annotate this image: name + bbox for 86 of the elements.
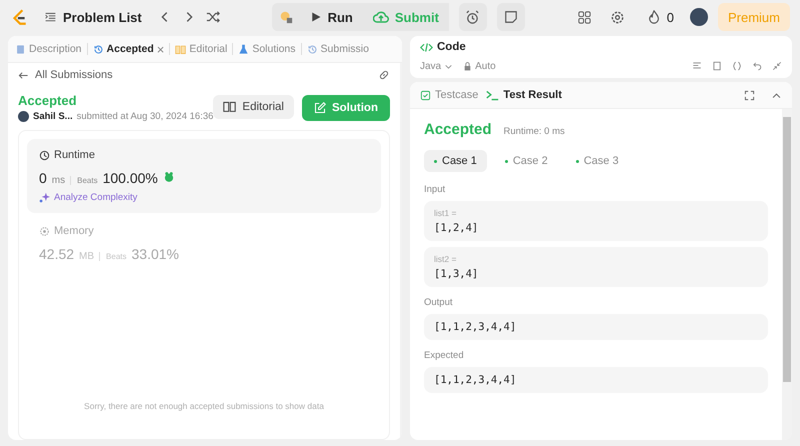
flame-icon [646,10,661,24]
code-panel-title: Code [437,41,466,53]
copy-link-button[interactable] [378,69,390,81]
analyze-complexity-link[interactable]: Analyze Complexity [39,192,138,203]
submission-status: Accepted [18,93,78,108]
alarm-clock-icon [465,10,480,24]
collapse-icon [772,61,782,71]
link-icon [378,69,390,81]
braces-icon [732,61,742,71]
maximize-icon [744,90,755,100]
runtime-label: Runtime [54,149,95,161]
output-label: Output [424,297,454,308]
variable-value: [1,2,4] [434,222,480,234]
note-icon [504,10,518,24]
case-tab[interactable]: Case 3 [566,150,629,172]
author-name[interactable]: Sahil S... [33,111,73,122]
document-icon [15,44,26,54]
list-icon [44,10,57,24]
tab[interactable]: Testcase [420,89,478,101]
code-icon [420,40,433,54]
close-tab-button[interactable]: × [156,42,164,56]
tab[interactable]: Test Result [486,88,562,102]
checkbox-icon [420,90,431,100]
play-icon [310,11,322,23]
tab[interactable]: Accepted × [90,40,168,58]
input-label: Input [424,184,446,195]
tab[interactable]: Submissio [304,41,372,57]
variable-name: list2 = [434,254,458,264]
terminal-icon [486,88,500,102]
scrollbar-thumb[interactable] [783,117,791,382]
history-icon [92,44,104,54]
submission-time: submitted at Aug 30, 2024 16:36 [76,111,214,122]
runtime-value: 0 [39,170,47,186]
variable-value: [1,3,4] [434,268,480,280]
beats-percentage: 33.01% [132,246,179,262]
history-icon [306,44,318,54]
flask-icon [238,44,250,54]
cloud-upload-icon [372,9,389,25]
streak-counter[interactable]: 0 [640,6,680,28]
output-value: [1,1,2,3,4,4] [424,314,768,340]
memory-value: 42.52 [39,246,74,262]
shuffle-button[interactable] [206,10,220,24]
clock-icon [39,150,50,160]
auto-mode-toggle[interactable]: Auto [463,60,496,72]
beats-label: Beats [70,176,98,185]
case-tab[interactable]: Case 2 [494,150,558,172]
runtime-unit: ms [52,175,66,186]
language-selector[interactable]: Java [420,60,454,72]
layout-button[interactable] [576,10,592,24]
tab[interactable]: Solutions [235,41,299,57]
book-icon [223,100,236,113]
bookmark-icon [712,61,722,71]
lock-icon [463,62,472,70]
solution-button[interactable]: Solution [302,94,390,120]
undo-icon [752,61,762,71]
grid-icon [576,10,592,24]
editorial-button[interactable]: Editorial [213,94,294,118]
tab[interactable]: Editorial [172,41,230,57]
expected-value: [1,1,2,3,4,4] [424,367,768,393]
all-submissions-link[interactable]: All Submissions [18,69,113,81]
runtime-text: Runtime: 0 ms [504,126,565,137]
format-icon [692,61,702,71]
beats-percentage: 100.00% [102,170,158,186]
logo-icon [10,8,28,26]
shuffle-icon [206,10,220,24]
book-icon [175,44,186,54]
problem-list-button[interactable]: Problem List [38,6,148,28]
sparkle-icon [39,192,50,203]
note-button[interactable] [496,3,525,31]
memory-unit: MB [79,251,94,262]
memory-label: Memory [54,225,94,237]
arrow-left-icon [18,70,29,80]
expected-label: Expected [424,350,465,361]
case-tab[interactable]: Case 1 [424,150,487,172]
result-status: Accepted [424,121,492,138]
tab[interactable]: Description [12,41,85,57]
timer-button[interactable] [458,3,487,31]
empty-chart-message: Sorry, there are not enough accepted submissions to show data [83,401,325,411]
avatar [18,111,29,122]
beats-label: Beats [99,252,127,261]
settings-icon [610,10,625,24]
avatar[interactable] [690,8,708,26]
edit-icon [314,102,326,114]
variable-name: list1 = [434,208,458,218]
settings-button[interactable] [610,10,625,24]
premium-button[interactable]: Premium [718,3,790,31]
